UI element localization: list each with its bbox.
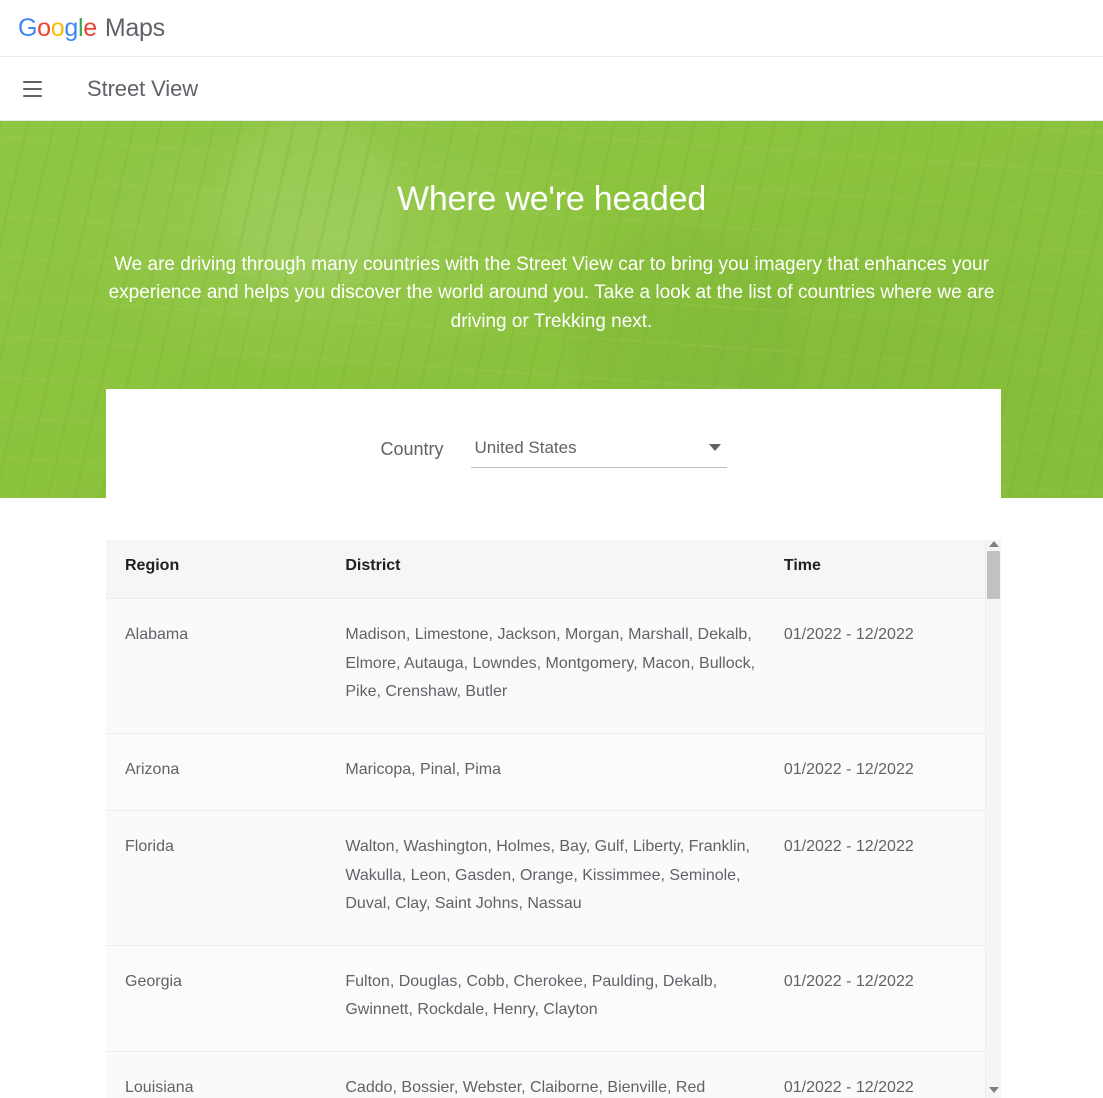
hamburger-icon[interactable] <box>14 71 50 107</box>
cell-region: Alabama <box>106 598 346 734</box>
table-row: Louisiana Caddo, Bossier, Webster, Claibo… <box>106 1051 985 1098</box>
google-maps-header: Google Maps <box>0 0 1103 57</box>
cell-time: 01/2022 - 12/2022 <box>783 810 985 946</box>
country-selected-value: United States <box>474 437 577 457</box>
schedule-table-container: Region District Time Alabama Madison, Lim… <box>106 536 1001 1098</box>
cell-district: Caddo, Bossier, Webster, Claiborne, Bien… <box>345 1051 784 1098</box>
logo-letter-g: G <box>18 13 38 42</box>
scroll-up-triangle <box>988 541 999 547</box>
table-head: Region District Time <box>106 536 985 599</box>
cell-time: 01/2022 - 12/2022 <box>783 1051 985 1098</box>
cell-region: Georgia <box>106 945 346 1052</box>
cell-district: Fulton, Douglas, Cobb, Cherokee, Pauldin… <box>345 945 784 1052</box>
hero-title: Where we're headed <box>396 180 707 218</box>
cell-region: Louisiana <box>106 1051 346 1098</box>
table-row: Florida Walton, Washington, Holmes, Bay, … <box>106 810 985 946</box>
column-header-district[interactable]: District <box>345 536 784 599</box>
hamburger-line-1 <box>22 80 42 83</box>
street-view-appbar: Street View <box>0 57 1103 121</box>
logo-letter-o1: o <box>37 13 51 42</box>
schedule-table: Region District Time Alabama Madison, Lim… <box>106 536 985 1098</box>
table-header-row: Region District Time <box>106 536 985 599</box>
logo-letter-g2: g <box>64 13 78 42</box>
table-row: Arizona Maricopa, Pinal, Pima 01/2022 - 12… <box>106 733 985 811</box>
cell-district: Maricopa, Pinal, Pima <box>345 733 784 811</box>
table-row: Georgia Fulton, Douglas, Cobb, Cherokee, … <box>106 945 985 1052</box>
hero-content: Where we're headed We are driving throug… <box>0 121 1103 336</box>
cell-time: 01/2022 - 12/2022 <box>783 945 985 1052</box>
hero-description: We are driving through many countries wi… <box>108 253 995 332</box>
hamburger-line-3 <box>22 94 42 97</box>
scroll-down-arrow-icon[interactable] <box>986 1083 1001 1097</box>
page-title: Street View <box>87 75 198 101</box>
country-select[interactable]: United States <box>470 437 727 468</box>
table-vertical-scrollbar[interactable] <box>985 536 1001 1098</box>
column-header-time[interactable]: Time <box>783 536 985 599</box>
table-body: Alabama Madison, Limestone, Jackson, Morg… <box>106 598 985 1098</box>
scrollbar-thumb[interactable] <box>987 551 1000 599</box>
country-label: Country <box>380 438 444 459</box>
table-row: Alabama Madison, Limestone, Jackson, Morg… <box>106 598 985 734</box>
logo-letter-e: e <box>83 13 97 42</box>
product-name-maps: Maps <box>104 13 165 42</box>
chevron-down-icon <box>708 444 721 451</box>
cell-region: Florida <box>106 810 346 946</box>
column-header-region[interactable]: Region <box>106 536 346 599</box>
cell-region: Arizona <box>106 733 346 811</box>
google-maps-logo[interactable]: Google Maps <box>18 14 165 43</box>
cell-district: Madison, Limestone, Jackson, Morgan, Mar… <box>345 598 784 734</box>
country-selector-card: Country United States <box>106 389 1001 540</box>
cell-time: 01/2022 - 12/2022 <box>783 733 985 811</box>
hamburger-line-2 <box>22 87 42 90</box>
cell-time: 01/2022 - 12/2022 <box>783 598 985 734</box>
logo-letter-o2: o <box>50 13 65 42</box>
country-selector-row: Country United States <box>380 437 727 468</box>
cell-district: Walton, Washington, Holmes, Bay, Gulf, L… <box>345 810 784 946</box>
scroll-down-triangle <box>988 1087 999 1093</box>
schedule-table-scroll-area: Region District Time Alabama Madison, Lim… <box>106 536 985 1098</box>
